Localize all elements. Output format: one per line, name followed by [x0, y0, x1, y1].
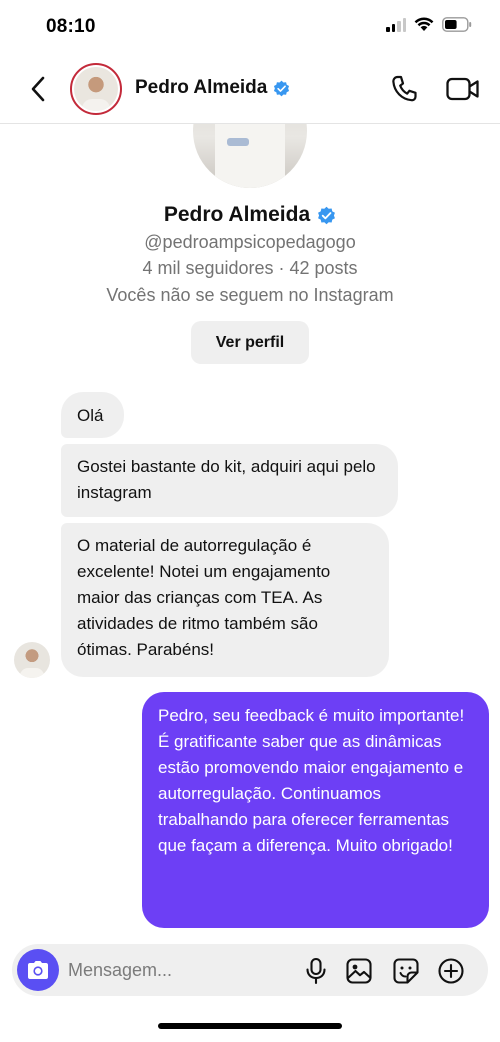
- cellular-signal-icon: [386, 17, 406, 32]
- message-input[interactable]: [68, 958, 288, 982]
- header-avatar[interactable]: [70, 63, 122, 115]
- verified-badge-icon: [318, 206, 336, 224]
- header-contact-name: Pedro Almeida: [135, 77, 268, 98]
- battery-icon: [442, 17, 472, 32]
- microphone-icon[interactable]: [302, 957, 330, 985]
- status-time: 08:10: [46, 16, 96, 37]
- home-indicator[interactable]: [158, 1023, 342, 1029]
- sticker-icon[interactable]: [392, 957, 420, 985]
- incoming-message[interactable]: Gostei bastante do kit, adquiri aqui pel…: [61, 444, 398, 517]
- incoming-message[interactable]: Olá: [61, 392, 124, 438]
- incoming-message[interactable]: O material de autorregulação é excelente…: [61, 523, 389, 677]
- gallery-icon[interactable]: [345, 957, 373, 985]
- back-arrow-icon[interactable]: [26, 74, 50, 104]
- profile-name: Pedro Almeida: [163, 203, 311, 226]
- sender-avatar[interactable]: [14, 642, 50, 678]
- profile-stats: 4 mil seguidores · 42 posts: [142, 258, 358, 278]
- chat-header: Pedro Almeida: [0, 54, 500, 124]
- wifi-icon: [414, 17, 434, 31]
- status-icons: [386, 17, 472, 32]
- profile-handle: @pedroampsicopedagogo: [144, 232, 356, 252]
- add-circle-icon[interactable]: [437, 957, 465, 985]
- message-composer: [12, 944, 488, 996]
- view-profile-button[interactable]: Ver perfil: [191, 321, 309, 364]
- outgoing-message[interactable]: Pedro, seu feedback é muito importante! …: [142, 692, 489, 928]
- header-name-row[interactable]: Pedro Almeida: [135, 77, 290, 99]
- camera-button[interactable]: [17, 949, 59, 991]
- video-call-icon[interactable]: [446, 76, 480, 102]
- follow-status: Vocês não se seguem no Instagram: [106, 285, 394, 305]
- phone-call-icon[interactable]: [390, 74, 418, 104]
- camera-icon: [28, 961, 48, 979]
- status-bar: 08:10: [0, 0, 500, 52]
- verified-badge-icon: [274, 80, 290, 96]
- profile-name-row: Pedro Almeida: [0, 203, 500, 227]
